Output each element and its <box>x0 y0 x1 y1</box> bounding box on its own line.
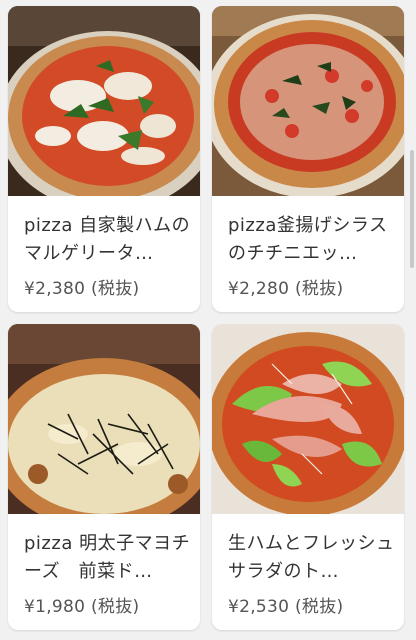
mentaiko-pizza-photo <box>8 324 200 514</box>
product-card[interactable]: pizza 自家製ハムのマルゲリータ… ¥2,380 (税抜) <box>8 6 200 312</box>
scrollbar-track[interactable] <box>410 0 414 640</box>
product-card[interactable]: pizza釜揚げシラスのチチニエッ… ¥2,280 (税抜) <box>212 6 404 312</box>
product-price: ¥2,530 (税抜) <box>228 597 344 617</box>
product-grid: pizza 自家製ハムのマルゲリータ… ¥2,380 (税抜) pizza釜揚げ… <box>0 0 416 640</box>
product-name: 生ハムとフレッシュサラダのト… <box>228 533 395 582</box>
product-price: ¥2,280 (税抜) <box>228 279 344 299</box>
shirasu-pizza-photo <box>212 6 404 196</box>
product-name: pizza 明太子マヨチーズ 前菜ド… <box>24 533 191 582</box>
product-name: pizza釜揚げシラスのチチニエッ… <box>228 215 388 264</box>
prosciutto-salad-pizza-photo <box>212 324 404 514</box>
product-price: ¥2,380 (税抜) <box>24 279 140 299</box>
product-card[interactable]: 生ハムとフレッシュサラダのト… ¥2,530 (税抜) <box>212 324 404 630</box>
product-card[interactable]: pizza 明太子マヨチーズ 前菜ド… ¥1,980 (税抜) <box>8 324 200 630</box>
margherita-pizza-photo <box>8 6 200 196</box>
scrollbar-thumb[interactable] <box>410 150 414 268</box>
product-price: ¥1,980 (税抜) <box>24 597 140 617</box>
product-name: pizza 自家製ハムのマルゲリータ… <box>24 215 191 264</box>
